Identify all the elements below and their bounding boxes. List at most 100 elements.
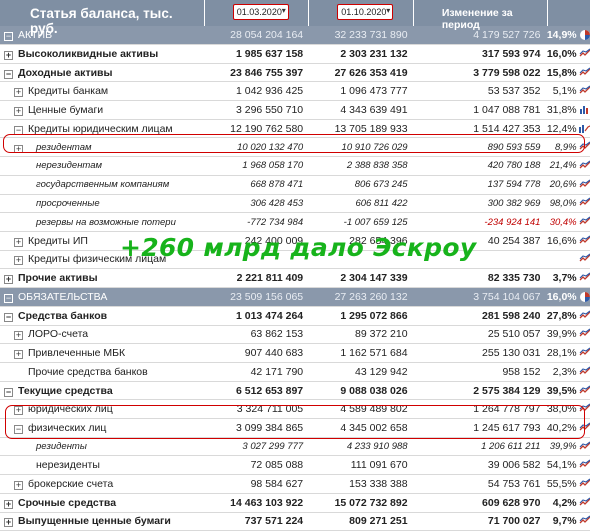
table-row[interactable]: + Кредиты банкам 1 042 936 425 1 096 473 77… <box>0 82 590 102</box>
table-row[interactable]: + Прочие активы 2 221 811 409 2 304 147 339… <box>0 269 590 288</box>
change-cell: 4 179 527 726 <box>473 29 541 41</box>
trend-icon[interactable] <box>579 328 590 340</box>
date-select-1[interactable]: 01.03.2020 ▾ <box>232 4 289 20</box>
expand-icon[interactable]: + <box>14 331 23 341</box>
table-row[interactable]: резервы на возможные потери -772 734 984 -… <box>0 213 590 232</box>
row-name-cell: − Кредиты юридическим лицам <box>0 123 203 135</box>
expand-icon[interactable]: + <box>14 88 23 98</box>
expand-icon[interactable]: + <box>14 144 23 153</box>
expand-icon[interactable]: + <box>4 499 13 509</box>
table-row[interactable]: − Текущие средства 6 512 653 897 9 088 038 … <box>0 382 590 401</box>
table-row[interactable]: − Кредиты юридическим лицам 12 190 762 580… <box>0 120 590 139</box>
bar-icon[interactable] <box>579 104 590 116</box>
table-row[interactable]: + Привлеченные МБК 907 440 683 1 162 571 68… <box>0 344 590 363</box>
table-row[interactable]: − Средства банков 1 013 474 264 1 295 072 8… <box>0 307 590 326</box>
table-row[interactable]: + брокерские счета 98 584 627 153 338 388 54… <box>0 475 590 494</box>
trend-icon[interactable] <box>579 216 590 228</box>
value-date1-cell: 1 968 058 170 <box>242 160 304 172</box>
expand-icon[interactable]: + <box>4 518 13 528</box>
table-row[interactable]: + ЛОРО-счета 63 862 153 89 372 210 25 510 05… <box>0 326 590 345</box>
expand-icon[interactable]: + <box>14 256 23 266</box>
table-row[interactable]: + Срочные средства 14 463 103 922 15 072 73… <box>0 494 590 513</box>
trend-icon[interactable] <box>579 385 590 397</box>
date-select-2[interactable]: 01.10.2020 ▾ <box>337 4 394 20</box>
collapse-icon[interactable]: − <box>4 293 13 303</box>
collapse-icon[interactable]: − <box>4 387 13 397</box>
row-name-cell: + брокерские счета <box>0 478 203 490</box>
trend-icon[interactable] <box>579 441 590 453</box>
table-row[interactable]: + Ценные бумаги 3 296 550 710 4 343 639 491… <box>0 101 590 120</box>
trend-icon[interactable] <box>579 48 590 60</box>
change-pct-cell: 16,0% <box>546 290 577 303</box>
section-row[interactable]: − АКТИВ 28 054 204 164 32 233 731 890 4 179 … <box>0 26 590 45</box>
expand-icon[interactable]: + <box>14 480 23 490</box>
pie-icon[interactable] <box>579 29 590 41</box>
balance-table: Статья баланса, тыс. руб. 01.03.2020 ▾ 01… <box>0 0 590 532</box>
collapse-icon[interactable]: − <box>4 32 13 41</box>
table-row[interactable]: + резидентам 10 020 132 470 10 910 726 029 8… <box>0 138 590 158</box>
row-name-cell: резиденты <box>0 441 203 452</box>
row-name-cell: − Текущие средства <box>0 385 203 397</box>
table-row[interactable]: + Выпущенные ценные бумаги 737 571 224 809 … <box>0 513 590 532</box>
expand-icon[interactable]: + <box>4 275 13 285</box>
collapse-icon[interactable]: − <box>14 125 23 135</box>
table-row[interactable]: Прочие средства банков 42 171 790 43 129 9… <box>0 363 590 382</box>
value-date2-cell: 4 589 489 802 <box>340 403 408 416</box>
section-row[interactable]: − ОБЯЗАТЕЛЬСТВА 23 509 156 065 27 263 260 1… <box>0 287 590 307</box>
change-cell: 1 514 427 353 <box>473 122 541 135</box>
expand-icon[interactable]: + <box>4 50 13 60</box>
trend-icon[interactable] <box>579 197 590 209</box>
value-date1-cell: -772 734 984 <box>247 216 304 228</box>
row-name-cell: + Ценные бумаги <box>0 104 203 116</box>
change-cell: 1 047 088 781 <box>473 103 541 116</box>
expand-icon[interactable]: + <box>14 350 23 360</box>
change-pct-cell: 8,9% <box>554 141 577 153</box>
table-row[interactable]: − физических лиц 3 099 384 865 4 345 002 65… <box>0 419 590 438</box>
value-date1-cell: 2 221 811 409 <box>236 272 304 285</box>
table-row[interactable]: − Доходные активы 23 846 755 397 27 626 353… <box>0 64 590 83</box>
pie-icon[interactable] <box>579 291 590 303</box>
trend-icon[interactable] <box>579 478 590 490</box>
change-cell: 281 598 240 <box>482 309 541 322</box>
table-row[interactable]: просроченные 306 428 453 606 811 422 300 38… <box>0 195 590 214</box>
value-date1-cell: 63 862 153 <box>250 328 304 341</box>
trend-icon[interactable] <box>579 272 590 284</box>
trend-icon[interactable] <box>579 67 590 79</box>
trend-icon[interactable] <box>579 497 590 509</box>
collapse-icon[interactable]: − <box>14 424 23 434</box>
collapse-icon[interactable]: − <box>4 69 13 79</box>
expand-icon[interactable]: + <box>14 406 23 416</box>
trend-icon[interactable] <box>579 235 590 247</box>
trend-icon[interactable] <box>579 160 590 172</box>
table-row[interactable]: + юридических лиц 3 324 711 005 4 589 489 8… <box>0 400 590 420</box>
expand-icon[interactable]: + <box>14 106 23 116</box>
trend-icon[interactable] <box>579 366 590 378</box>
trend-icon[interactable] <box>579 422 590 434</box>
trend-icon[interactable] <box>579 85 590 97</box>
row-name-cell: + ЛОРО-счета <box>0 328 203 341</box>
trend-icon[interactable] <box>579 347 590 359</box>
trend-icon[interactable] <box>579 515 590 527</box>
trend-icon[interactable] <box>579 141 590 153</box>
trend-icon[interactable] <box>579 179 590 191</box>
change-pct-cell: 21,4% <box>549 160 577 172</box>
trend-icon[interactable] <box>579 253 590 265</box>
table-row[interactable]: + Кредиты физическим лицам <box>0 251 590 270</box>
trend-icon[interactable] <box>579 459 590 471</box>
table-row[interactable]: + Кредиты ИП 242 400 009 282 654 396 40 254 … <box>0 232 590 251</box>
table-row[interactable]: нерезиденты 72 085 088 111 091 670 39 006 5… <box>0 456 590 476</box>
value-date2-cell: 2 304 147 339 <box>340 272 408 285</box>
table-row[interactable]: резиденты 3 027 299 777 4 233 910 988 1 206… <box>0 438 590 457</box>
bar-trend-icon[interactable] <box>578 123 590 135</box>
trend-icon[interactable] <box>579 403 590 415</box>
value-date1-cell: 6 512 653 897 <box>236 384 304 397</box>
change-cell: 54 753 761 <box>487 477 541 490</box>
change-cell: 1 264 778 797 <box>473 403 541 416</box>
table-row[interactable]: + Высоколиквидные активы 1 985 637 158 2 30… <box>0 45 590 64</box>
trend-icon[interactable] <box>579 310 590 322</box>
row-name-cell: + Кредиты банкам <box>0 85 203 98</box>
table-row[interactable]: нерезидентам 1 968 058 170 2 388 838 358 42… <box>0 157 590 176</box>
table-row[interactable]: государственным компаниям 668 878 471 806 … <box>0 176 590 195</box>
collapse-icon[interactable]: − <box>4 312 13 322</box>
expand-icon[interactable]: + <box>14 237 23 247</box>
